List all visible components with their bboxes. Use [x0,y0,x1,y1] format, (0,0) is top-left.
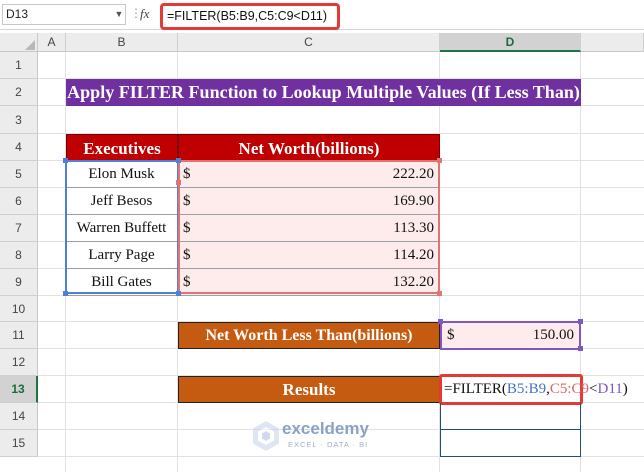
active-cell-formula[interactable]: =FILTER(B5:B9,C5:C9<D11) [439,374,628,405]
column-header-d[interactable]: D [440,33,581,52]
row-header-12[interactable]: 12 [0,349,38,376]
range-highlight-c5-c9 [178,160,440,294]
row-header-9[interactable]: 9 [0,269,38,296]
range-handle[interactable] [578,319,583,324]
row-header-7[interactable]: 7 [0,215,38,242]
formula-ref-c5-c9: C5:C9 [549,381,590,397]
currency-symbol: $ [447,327,455,343]
row-header-6[interactable]: 6 [0,188,38,215]
row-header-3[interactable]: 3 [0,106,38,134]
formula-ref-d11: D11 [597,381,623,397]
range-handle[interactable] [176,291,181,296]
range-handle[interactable] [176,158,181,163]
formula-prefix: =FILTER( [444,381,507,397]
row-header-1[interactable]: 1 [0,52,38,79]
row-header-5[interactable]: 5 [0,161,38,188]
watermark-tagline: EXCEL · DATA · BI [288,440,369,449]
column-header-e[interactable] [581,33,644,52]
range-handle[interactable] [438,319,443,324]
formula-operator: < [589,381,598,397]
range-highlight-b5-b9 [65,160,179,294]
range-handle[interactable] [176,180,181,185]
column-header-c[interactable]: C [178,33,440,52]
results-label[interactable]: Results [178,376,440,403]
column-header-b[interactable]: B [66,33,178,52]
table-header-executives[interactable]: Executives [66,134,178,161]
threshold-label[interactable]: Net Worth Less Than(billions) [178,322,440,349]
range-handle[interactable] [63,158,68,163]
threshold-value-cell[interactable]: $150.00 [440,321,581,350]
row-header-11[interactable]: 11 [0,322,38,349]
insert-function-icon[interactable]: fx [140,6,149,22]
range-handle[interactable] [63,291,68,296]
formula-ref-b5-b9: B5:B9 [506,381,547,397]
threshold-value: 150.00 [532,327,574,343]
row-header-8[interactable]: 8 [0,242,38,269]
formula-input[interactable]: =FILTER(B5:B9,C5:C9<D11) [160,3,340,30]
row-header-2[interactable]: 2 [0,79,38,106]
result-cell[interactable] [440,430,581,457]
table-header-net-worth[interactable]: Net Worth(billions) [178,134,440,161]
row-header-10[interactable]: 10 [0,296,38,322]
column-header-a[interactable]: A [38,33,66,52]
range-handle[interactable] [437,158,442,163]
row-header-14[interactable]: 14 [0,403,38,430]
row-header-15[interactable]: 15 [0,430,38,457]
row-header-13[interactable]: 13 [0,376,38,403]
result-cell[interactable] [440,403,581,430]
range-handle[interactable] [437,291,442,296]
row-header-4[interactable]: 4 [0,134,38,161]
exceldemy-logo-icon [253,421,279,451]
formula-suffix: ) [622,381,628,397]
sheet-title[interactable]: Apply FILTER Function to Lookup Multiple… [66,79,581,106]
select-all-triangle-icon [25,40,35,50]
chevron-down-icon[interactable]: ▼ [112,4,126,25]
watermark-name: exceldemy [282,419,369,438]
range-handle[interactable] [578,346,583,351]
name-box[interactable]: D13 [2,4,126,25]
